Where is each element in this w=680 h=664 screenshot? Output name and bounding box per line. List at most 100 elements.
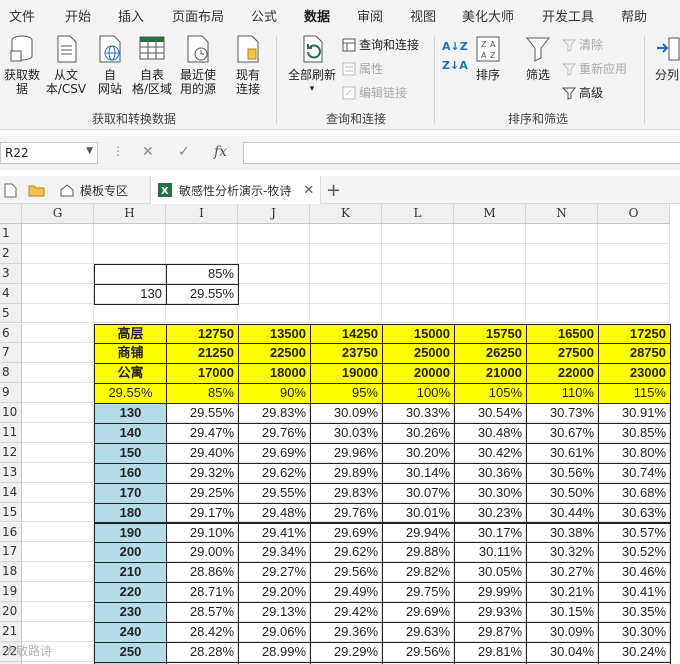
cell-value[interactable]: 29.27% — [238, 562, 311, 584]
cell-row-input[interactable]: 240 — [94, 622, 167, 643]
close-tab-icon[interactable]: ✕ — [303, 183, 314, 198]
cell[interactable] — [22, 323, 94, 344]
cell-value[interactable]: 29.76% — [238, 423, 311, 444]
row-header-16[interactable]: 16 — [0, 522, 22, 543]
cell-value[interactable]: 29.99% — [454, 582, 527, 604]
cell-value[interactable]: 30.05% — [454, 562, 527, 584]
column-header-o[interactable]: O — [598, 204, 670, 224]
cell-row-input[interactable]: 230 — [94, 602, 167, 623]
cell[interactable] — [22, 622, 94, 642]
row-header-12[interactable]: 12 — [0, 442, 22, 463]
cell-value[interactable]: 30.80% — [598, 442, 671, 464]
cell-value[interactable]: 28.42% — [166, 622, 239, 643]
cell[interactable] — [22, 442, 94, 463]
get-data-button[interactable]: 获取数 据 — [2, 34, 42, 96]
cell-value[interactable]: 29.88% — [382, 542, 455, 564]
from-table-button[interactable]: 自表 格/区域 — [130, 34, 174, 96]
cell-value[interactable]: 30.26% — [382, 423, 455, 444]
text-to-columns-button[interactable]: 分列 — [652, 34, 680, 82]
row-header-7[interactable]: 7 — [0, 343, 22, 364]
cell-value[interactable]: 30.23% — [454, 502, 527, 524]
cell-value[interactable]: 30.44% — [526, 502, 599, 524]
cell[interactable] — [526, 303, 598, 324]
cell-value[interactable]: 29.20% — [238, 582, 311, 604]
reapply-button[interactable]: 重新应用 — [562, 60, 627, 77]
cell-value[interactable]: 30.35% — [598, 602, 671, 623]
cell-value[interactable]: 29.47% — [166, 423, 239, 444]
cell-value[interactable]: 30.27% — [526, 562, 599, 584]
cell[interactable] — [22, 303, 94, 324]
cell-value[interactable]: 21250 — [166, 343, 239, 365]
recent-sources-button[interactable]: 最近使 用的源 — [176, 34, 220, 96]
cell-i4[interactable]: 29.55% — [166, 283, 239, 305]
cell-value[interactable]: 29.32% — [166, 462, 239, 484]
cell-value[interactable]: 15000 — [382, 323, 455, 345]
cell-value[interactable]: 30.56% — [526, 462, 599, 484]
cell-value[interactable]: 30.04% — [526, 641, 599, 663]
cell-value[interactable]: 29.83% — [310, 482, 383, 504]
cell-value[interactable]: 29.55% — [166, 403, 239, 424]
cell-value[interactable]: 23750 — [310, 343, 383, 365]
cell[interactable] — [22, 243, 94, 264]
cell-value[interactable]: 30.20% — [382, 442, 455, 464]
row-header-2[interactable]: 2 — [0, 243, 22, 264]
cell-value[interactable]: 28.57% — [166, 602, 239, 623]
cell[interactable] — [526, 243, 598, 264]
cell[interactable] — [454, 303, 526, 324]
cell[interactable] — [526, 283, 598, 304]
cell[interactable] — [22, 224, 94, 244]
cell-value[interactable]: 13500 — [238, 323, 311, 345]
cell-value[interactable]: 29.75% — [382, 582, 455, 604]
cell-value[interactable]: 30.07% — [382, 482, 455, 504]
cell-value[interactable]: 22500 — [238, 343, 311, 365]
cell-value[interactable]: 29.56% — [382, 641, 455, 663]
cell-value[interactable]: 30.41% — [598, 582, 671, 604]
row-header-11[interactable]: 11 — [0, 423, 22, 443]
sort-ascending-button[interactable]: A↓Z Z↓A — [442, 40, 468, 72]
cell[interactable] — [310, 263, 382, 284]
cell[interactable] — [598, 224, 670, 244]
menu-data[interactable]: 数据 — [304, 6, 330, 31]
cell[interactable] — [382, 263, 454, 284]
cell-value[interactable]: 28.28% — [166, 641, 239, 663]
cell-value[interactable]: 29.94% — [382, 522, 455, 544]
cell-value[interactable]: 30.63% — [598, 502, 671, 524]
cell-value[interactable]: 30.52% — [598, 542, 671, 564]
cell-value[interactable]: 19000 — [310, 363, 383, 385]
row-header-18[interactable]: 18 — [0, 562, 22, 583]
cell-value[interactable]: 29.49% — [310, 582, 383, 604]
edit-links-button[interactable]: 编辑链接 — [342, 84, 407, 101]
cell-value[interactable]: 30.15% — [526, 602, 599, 623]
cell[interactable] — [454, 243, 526, 264]
cell-value[interactable]: 29.42% — [310, 602, 383, 623]
cell-value[interactable]: 30.38% — [526, 522, 599, 544]
from-text-csv-button[interactable]: 从文 本/CSV — [44, 34, 88, 96]
row-header-5[interactable]: 5 — [0, 303, 22, 324]
cell[interactable] — [238, 263, 310, 284]
cell-value[interactable]: 95% — [310, 383, 383, 405]
cell-h3[interactable] — [94, 263, 167, 285]
cell-value[interactable]: 30.30% — [454, 482, 527, 504]
cell-value[interactable]: 30.01% — [382, 502, 455, 524]
cell-value[interactable]: 90% — [238, 383, 311, 405]
cell[interactable] — [22, 522, 94, 543]
cell-value[interactable]: 30.91% — [598, 403, 671, 424]
row-header-15[interactable]: 15 — [0, 502, 22, 523]
menu-beautify[interactable]: 美化大师 — [462, 6, 514, 25]
cell-value[interactable]: 29.41% — [238, 522, 311, 544]
cell-label-r7[interactable]: 商铺 — [94, 343, 167, 365]
cell[interactable] — [166, 243, 238, 264]
cell-value[interactable]: 30.14% — [382, 462, 455, 484]
cell-value[interactable]: 30.32% — [526, 542, 599, 564]
column-header-g[interactable]: G — [22, 204, 94, 224]
cell[interactable] — [454, 283, 526, 304]
cell[interactable] — [238, 224, 310, 244]
cell[interactable] — [22, 502, 94, 523]
row-header-14[interactable]: 14 — [0, 482, 22, 503]
row-header-3[interactable]: 3 — [0, 263, 22, 284]
cell-value[interactable]: 20000 — [382, 363, 455, 385]
row-header-17[interactable]: 17 — [0, 542, 22, 563]
cell-value[interactable]: 30.61% — [526, 442, 599, 464]
cell-row-input[interactable]: 250 — [94, 641, 167, 663]
row-header-6[interactable]: 6 — [0, 323, 22, 344]
